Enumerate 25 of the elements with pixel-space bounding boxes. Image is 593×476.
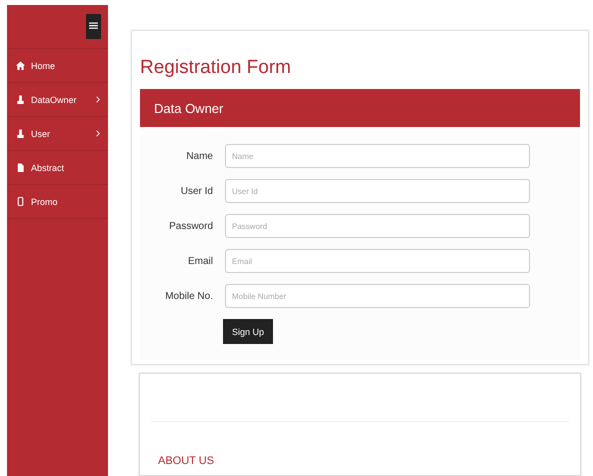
field-label: User Id bbox=[180, 186, 213, 196]
menu-button[interactable]: ≡ bbox=[86, 14, 101, 39]
sidebar-item[interactable]: Promo bbox=[7, 185, 108, 219]
sidebar-item[interactable]: DataOwner bbox=[7, 83, 108, 117]
field-label: Mobile No. bbox=[164, 290, 213, 302]
input-field[interactable]: Name bbox=[225, 144, 530, 168]
input-field[interactable]: Password bbox=[225, 214, 530, 238]
sidebar-item[interactable]: User bbox=[7, 117, 108, 151]
field-label: Password bbox=[168, 220, 213, 232]
file-icon bbox=[16, 163, 25, 172]
user-icon bbox=[16, 95, 25, 104]
field-label: Name bbox=[185, 150, 213, 162]
field-label: Email bbox=[186, 256, 213, 266]
user-icon bbox=[16, 129, 25, 138]
sidebar-item[interactable]: Home bbox=[7, 49, 108, 83]
form-title: Registration Form bbox=[140, 57, 292, 80]
input-field[interactable]: User Id bbox=[225, 179, 530, 203]
input-field[interactable]: Mobile Number bbox=[225, 284, 530, 308]
panel-title: Data Owner bbox=[154, 100, 224, 116]
sign-up-button[interactable]: Sign Up bbox=[223, 319, 274, 344]
about-heading: ABOUT US bbox=[157, 455, 216, 467]
phone-icon bbox=[16, 197, 25, 206]
home-icon bbox=[16, 61, 25, 70]
sidebar-item[interactable]: Abstract bbox=[7, 151, 108, 185]
input-field[interactable]: Email bbox=[225, 249, 530, 273]
